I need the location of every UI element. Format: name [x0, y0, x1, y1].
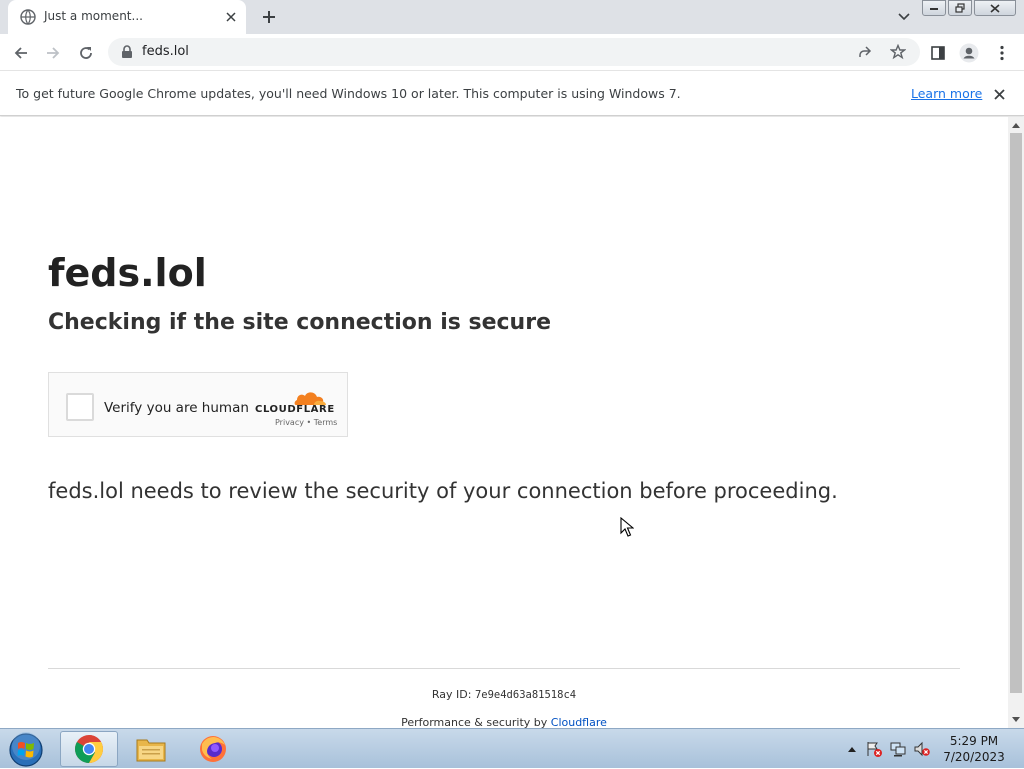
close-icon: [990, 3, 1000, 13]
tab-strip: Just a moment...: [0, 0, 1024, 34]
performance-line: Performance & security by Cloudflare: [0, 716, 1008, 728]
ray-id-line: Ray ID: 7e9e4d63a81518c4: [0, 688, 1008, 701]
share-icon: [859, 46, 872, 57]
taskbar-explorer[interactable]: [122, 731, 180, 767]
network-button[interactable]: [890, 741, 906, 757]
tab-search-button[interactable]: [894, 8, 914, 26]
window-close-button[interactable]: [974, 0, 1016, 16]
chrome-icon: [75, 735, 103, 763]
privacy-terms-links[interactable]: Privacy • Terms: [275, 418, 337, 427]
close-icon: [226, 12, 236, 22]
tab-title: Just a moment...: [44, 9, 143, 23]
reload-icon: [80, 47, 92, 59]
vertical-scrollbar[interactable]: [1008, 117, 1024, 728]
kebab-menu-icon: [1000, 45, 1004, 61]
scroll-down-icon[interactable]: [1012, 717, 1020, 722]
update-infobar: To get future Google Chrome updates, you…: [0, 71, 1024, 116]
share-button[interactable]: [856, 43, 874, 61]
star-icon: [890, 44, 906, 60]
taskbar-clock[interactable]: 5:29 PM 7/20/2023: [936, 733, 1012, 765]
taskbar-chrome[interactable]: [60, 731, 118, 767]
forward-button[interactable]: [42, 42, 64, 64]
page-viewport: feds.lol Checking if the site connection…: [0, 117, 1008, 728]
side-panel-button[interactable]: [927, 42, 949, 64]
performance-label: Performance & security by: [401, 716, 548, 728]
window-controls: [920, 0, 1016, 18]
infobar-close-button[interactable]: [990, 85, 1008, 103]
clock-date: 7/20/2023: [943, 750, 1005, 764]
learn-more-link[interactable]: Learn more: [911, 86, 982, 101]
menu-button[interactable]: [991, 42, 1013, 64]
chevron-up-icon: [848, 747, 856, 752]
chevron-down-icon: [898, 13, 910, 21]
url-text[interactable]: feds.lol: [142, 44, 189, 59]
infobar-message: To get future Google Chrome updates, you…: [16, 86, 681, 101]
taskbar-firefox[interactable]: [184, 731, 242, 767]
footer-divider: [48, 668, 960, 669]
reload-button[interactable]: [75, 42, 97, 64]
ray-id-label: Ray ID:: [431, 688, 472, 701]
restore-icon: [955, 3, 965, 13]
file-explorer-icon: [136, 739, 166, 762]
flag-alert-icon: [867, 742, 882, 757]
tab-close-button[interactable]: [222, 8, 240, 26]
volume-muted-icon: [914, 741, 930, 757]
minimize-icon: [930, 8, 938, 10]
start-button[interactable]: [6, 732, 46, 768]
scroll-thumb[interactable]: [1010, 133, 1022, 693]
arrow-right-icon: [47, 47, 60, 59]
scroll-up-icon[interactable]: [1012, 123, 1020, 128]
verify-checkbox[interactable]: [66, 393, 94, 421]
volume-button[interactable]: [914, 741, 930, 757]
new-tab-button[interactable]: [258, 6, 280, 28]
close-icon: [993, 88, 1005, 100]
address-bar[interactable]: feds.lol: [108, 38, 920, 66]
lock-icon[interactable]: [120, 45, 134, 59]
page-title: feds.lol: [48, 251, 207, 295]
side-panel-icon: [931, 46, 945, 60]
ray-id-value: 7e9e4d63a81518c4: [474, 689, 577, 701]
globe-icon: [20, 9, 36, 25]
cloudflare-link[interactable]: Cloudflare: [551, 716, 607, 728]
mouse-cursor-icon: [620, 517, 634, 537]
network-icon: [890, 742, 906, 757]
verify-label: Verify you are human: [104, 400, 249, 416]
windows-taskbar: 5:29 PM 7/20/2023: [0, 728, 1024, 768]
firefox-icon: [200, 736, 226, 762]
show-hidden-icons-button[interactable]: [844, 741, 860, 757]
back-button[interactable]: [10, 42, 32, 64]
turnstile-widget: Verify you are human CLOUDFLARE Privacy …: [48, 372, 348, 437]
review-message: feds.lol needs to review the security of…: [48, 479, 838, 503]
arrow-left-icon: [14, 47, 27, 59]
cloudflare-wordmark: CLOUDFLARE: [255, 404, 335, 415]
restore-button[interactable]: [948, 0, 972, 16]
avatar-icon: [959, 43, 979, 63]
bookmark-button[interactable]: [889, 43, 907, 61]
browser-toolbar: feds.lol: [0, 34, 1024, 71]
clock-time: 5:29 PM: [949, 734, 999, 748]
minimize-button[interactable]: [922, 0, 946, 16]
profile-button[interactable]: [958, 42, 980, 64]
action-center-button[interactable]: [866, 741, 882, 757]
plus-icon: [263, 11, 275, 23]
page-subtitle: Checking if the site connection is secur…: [48, 310, 551, 335]
tab-active[interactable]: Just a moment...: [8, 0, 246, 34]
